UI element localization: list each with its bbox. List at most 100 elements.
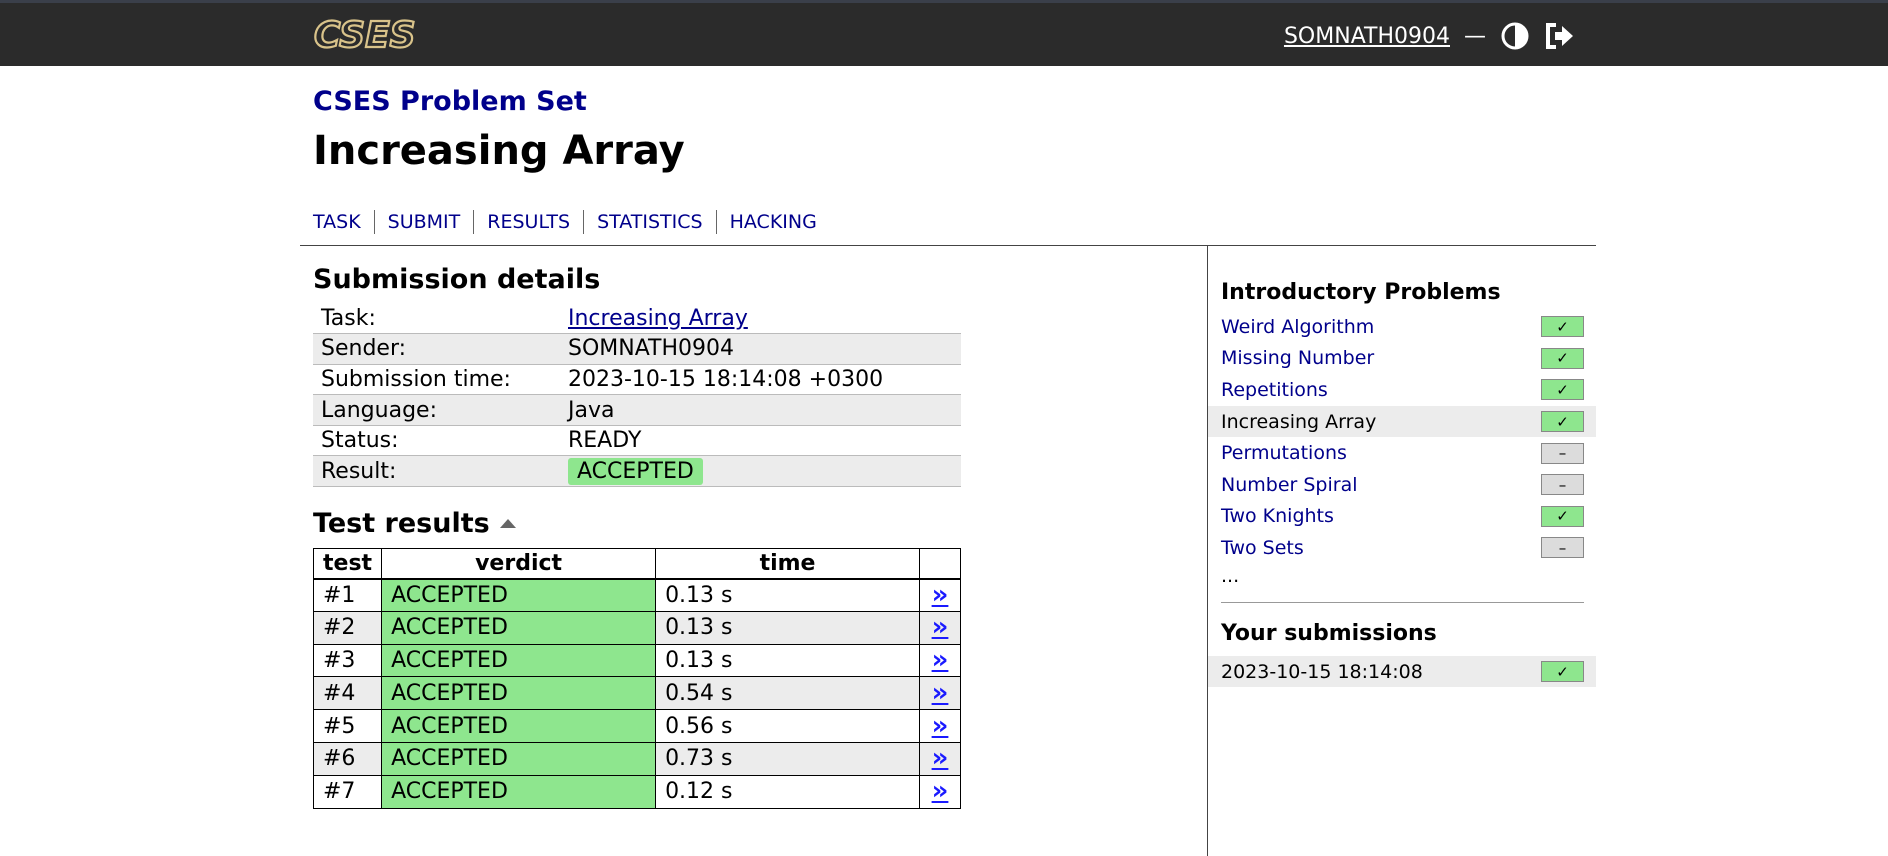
dash-icon: – [1541, 442, 1584, 464]
test-details-link[interactable]: » [932, 743, 949, 773]
sidebar-problem-item: Increasing Array ✓ [1208, 405, 1596, 438]
sidebar-problem-item[interactable]: Weird Algorithm ✓ [1208, 311, 1596, 343]
test-verdict: ACCEPTED [381, 774, 657, 809]
sidebar-divider [1221, 601, 1584, 603]
tab-task[interactable]: TASK [313, 210, 374, 234]
detail-row-status: Status: READY [313, 425, 961, 457]
top-bar: CSES SOMNATH0904 — [0, 0, 1888, 66]
table-row: #6 ACCEPTED 0.73 s » [312, 742, 961, 776]
test-time: 0.13 s [655, 610, 920, 645]
submission-item[interactable]: 2023-10-15 18:14:08 ✓ [1208, 655, 1596, 688]
detail-label: Result: [313, 455, 560, 488]
test-time: 0.13 s [655, 643, 920, 678]
test-id: #6 [312, 742, 383, 776]
collapse-triangle-icon[interactable] [499, 519, 516, 529]
sidebar-problem-item[interactable]: Missing Number ✓ [1208, 343, 1596, 375]
test-time: 0.13 s [655, 578, 920, 612]
sidebar-problem-item[interactable]: Two Sets – [1208, 532, 1596, 564]
col-time: time [655, 548, 920, 580]
table-row: #3 ACCEPTED 0.13 s » [312, 643, 961, 678]
col-test: test [312, 548, 383, 580]
submission-time: 2023-10-15 18:14:08 [1221, 660, 1423, 683]
table-row: #7 ACCEPTED 0.12 s » [312, 774, 961, 809]
tab-statistics[interactable]: STATISTICS [583, 210, 716, 234]
username-link[interactable]: SOMNATH0904 [1284, 24, 1450, 49]
detail-label: Sender: [313, 333, 560, 365]
submission-details-table: Task: Increasing Array Sender: SOMNATH09… [313, 303, 961, 488]
test-verdict: ACCEPTED [381, 676, 657, 711]
test-details-link[interactable]: » [932, 612, 949, 642]
tab-results[interactable]: RESULTS [473, 210, 583, 234]
test-results-heading: Test results [313, 508, 490, 540]
sidebar-problem-item[interactable]: Number Spiral – [1208, 469, 1596, 501]
divider-horizontal [300, 245, 1596, 246]
tab-submit[interactable]: SUBMIT [373, 210, 474, 234]
logout-icon[interactable] [1544, 21, 1576, 51]
test-id: #4 [312, 676, 383, 711]
breadcrumb[interactable]: CSES Problem Set [313, 86, 587, 117]
detail-label: Submission time: [313, 364, 560, 396]
result-badge: ACCEPTED [568, 457, 703, 485]
test-id: #2 [312, 610, 383, 645]
test-details-link[interactable]: » [932, 645, 949, 675]
table-row: #5 ACCEPTED 0.56 s » [312, 709, 961, 744]
svg-text:CSES: CSES [314, 16, 416, 54]
test-time: 0.12 s [655, 774, 920, 809]
content-frame: CSES Problem Set Increasing Array TASK S… [300, 66, 1596, 856]
tab-hacking[interactable]: HACKING [715, 210, 830, 234]
problem-link[interactable]: Permutations [1221, 442, 1347, 464]
dash-icon: – [1541, 537, 1584, 559]
test-details-link[interactable]: » [932, 711, 949, 741]
test-id: #7 [312, 774, 383, 809]
sidebar-problem-item[interactable]: Two Knights ✓ [1208, 501, 1596, 533]
table-row: #2 ACCEPTED 0.13 s » [312, 610, 961, 645]
test-details-link[interactable]: » [932, 678, 949, 708]
sidebar-problem-item[interactable]: Permutations – [1208, 437, 1596, 469]
problem-name: Increasing Array [1221, 410, 1377, 433]
detail-value: READY [560, 425, 961, 457]
detail-label: Language: [313, 394, 560, 426]
contrast-icon[interactable] [1500, 21, 1530, 51]
test-details-link[interactable]: » [932, 776, 949, 806]
test-time: 0.73 s [655, 742, 920, 776]
your-submissions-title: Your submissions [1221, 620, 1437, 646]
more-problems: ... [1221, 564, 1240, 587]
test-verdict: ACCEPTED [381, 709, 657, 744]
problem-link[interactable]: Missing Number [1221, 347, 1374, 369]
problem-link[interactable]: Repetitions [1221, 379, 1328, 401]
sidebar-section-title: Introductory Problems [1221, 280, 1501, 305]
separator: — [1464, 23, 1486, 49]
check-icon: ✓ [1541, 379, 1584, 401]
problem-link[interactable]: Weird Algorithm [1221, 316, 1374, 338]
test-verdict: ACCEPTED [381, 578, 657, 612]
test-results-header: Test results [313, 508, 961, 539]
check-icon: ✓ [1541, 505, 1584, 527]
main-content: Submission details Task: Increasing Arra… [312, 264, 961, 809]
sidebar-problem-item[interactable]: Repetitions ✓ [1208, 374, 1596, 406]
problem-link[interactable]: Number Spiral [1221, 474, 1358, 496]
problem-link[interactable]: Two Knights [1221, 505, 1334, 527]
test-verdict: ACCEPTED [381, 742, 657, 776]
detail-row-result: Result: ACCEPTED [313, 455, 961, 488]
table-row: #1 ACCEPTED 0.13 s » [312, 578, 961, 612]
test-id: #5 [312, 709, 383, 744]
submission-details-heading: Submission details [313, 264, 601, 295]
task-nav: TASK SUBMIT RESULTS STATISTICS HACKING [313, 210, 830, 234]
check-icon: ✓ [1541, 411, 1584, 433]
detail-row-language: Language: Java [313, 394, 961, 426]
user-box: SOMNATH0904 — [1284, 17, 1576, 55]
test-verdict: ACCEPTED [381, 610, 657, 645]
problem-list: Weird Algorithm ✓ Missing Number ✓ Repetitio… [1208, 311, 1596, 564]
problem-link[interactable]: Two Sets [1221, 537, 1304, 559]
task-link[interactable]: Increasing Array [568, 306, 748, 331]
cses-logo[interactable]: CSES [312, 16, 437, 54]
detail-value: SOMNATH0904 [560, 333, 961, 365]
page-title: Increasing Array [313, 128, 685, 174]
detail-label: Task: [313, 303, 560, 335]
test-id: #1 [312, 578, 383, 612]
table-row: #4 ACCEPTED 0.54 s » [312, 676, 961, 711]
check-icon: ✓ [1541, 316, 1584, 338]
detail-label: Status: [313, 425, 560, 457]
test-verdict: ACCEPTED [381, 643, 657, 678]
test-details-link[interactable]: » [932, 580, 949, 610]
